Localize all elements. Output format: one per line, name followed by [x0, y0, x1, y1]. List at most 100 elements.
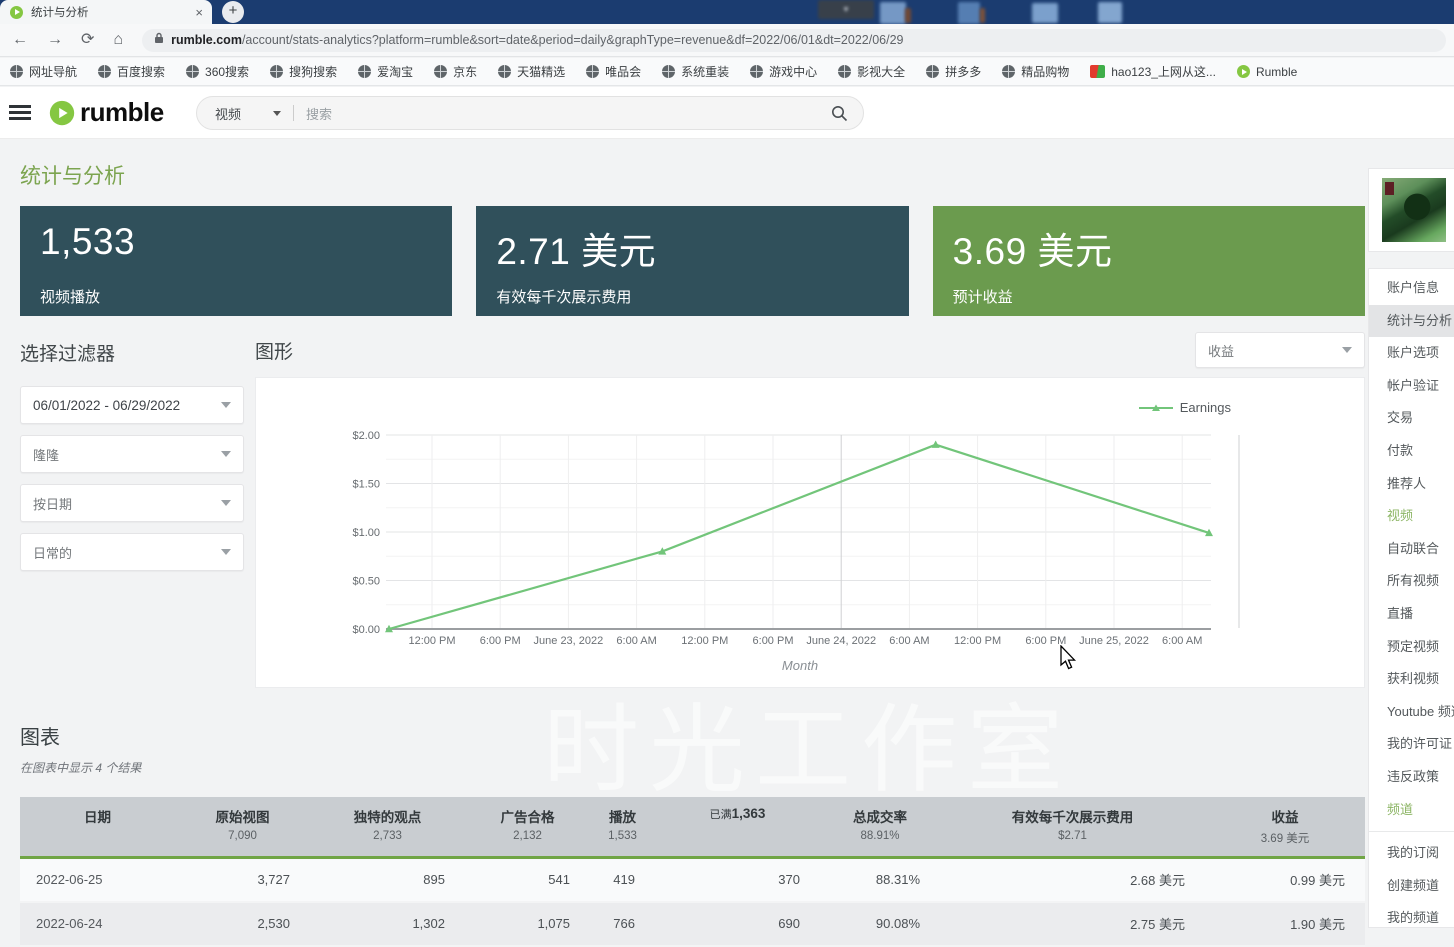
svg-text:12:00 PM: 12:00 PM	[408, 635, 455, 647]
table-cell: 1.90 美元	[1205, 902, 1365, 946]
svg-text:6:00 AM: 6:00 AM	[1162, 635, 1202, 647]
table-column-header[interactable]: 原始视图7,090	[175, 797, 310, 858]
metric-dropdown[interactable]: 收益	[1195, 332, 1365, 368]
sidebar-item[interactable]: Youtube 频道	[1369, 696, 1454, 729]
globe-icon	[662, 65, 675, 78]
bookmark-item[interactable]: 游戏中心	[750, 63, 817, 80]
rumble-logo[interactable]: rumble	[47, 97, 164, 128]
sidebar-item[interactable]: 我的频道	[1369, 902, 1454, 935]
table-column-header[interactable]: 广告合格2,132	[465, 797, 590, 858]
sidebar-item: 频道	[1369, 794, 1454, 827]
table-column-header[interactable]: 有效每千次展示费用$2.71	[940, 797, 1205, 858]
filter-dropdown-value: 隆隆	[33, 445, 59, 464]
browser-tab[interactable]: 统计与分析 ×	[0, 0, 212, 24]
search-bar[interactable]: 视频 搜索	[196, 96, 864, 130]
sidebar-item[interactable]: 直播	[1369, 598, 1454, 631]
sidebar-item[interactable]: 账户选项	[1369, 337, 1454, 370]
bookmark-item[interactable]: Rumble	[1237, 65, 1297, 79]
bookmark-item[interactable]: 唯品会	[586, 63, 641, 80]
table-cell: 88.31%	[820, 858, 940, 902]
sidebar-item[interactable]: 获利视频	[1369, 663, 1454, 696]
filter-dropdown[interactable]: 按日期	[20, 484, 244, 522]
bookmark-item[interactable]: 搜狗搜索	[270, 63, 337, 80]
sidebar-item[interactable]: 账户信息	[1369, 272, 1454, 305]
stat-card: 1,533视频播放	[20, 206, 452, 316]
table-cell: 2022-06-24	[20, 902, 175, 946]
table-column-header[interactable]: 已满1,363	[655, 797, 820, 858]
table-column-header[interactable]: 总成交率88.91%	[820, 797, 940, 858]
table-column-header[interactable]: 独特的观点2,733	[310, 797, 465, 858]
desktop-window-deco	[880, 2, 906, 24]
bookmark-item[interactable]: 拼多多	[926, 63, 981, 80]
earnings-chart-card: Earnings 12:00 PM6:00 PMJune 23, 20226:0…	[255, 377, 1365, 688]
sidebar-item[interactable]: 预定视频	[1369, 631, 1454, 664]
tab-close-icon[interactable]: ×	[195, 5, 203, 20]
sidebar-item[interactable]: 统计与分析	[1369, 305, 1454, 338]
address-bar[interactable]: rumble.com/account/stats-analytics?platf…	[142, 29, 1446, 52]
graph-panel: 图形 收益 Earnings 12:00 PM6:00 PMJune 23, 2…	[255, 339, 1365, 688]
filter-dropdown[interactable]: 日常的	[20, 533, 244, 571]
filter-dropdown[interactable]: 隆隆	[20, 435, 244, 473]
sidebar-item[interactable]: 交易	[1369, 402, 1454, 435]
bookmark-item[interactable]: 爱淘宝	[358, 63, 413, 80]
bookmark-item[interactable]: 精品购物	[1002, 63, 1069, 80]
sidebar-item[interactable]: 帐户验证	[1369, 370, 1454, 403]
site-header: rumble 视频 搜索	[0, 87, 1454, 139]
column-subtotal: 1,533	[594, 830, 651, 842]
sidebar-item[interactable]: 所有视频	[1369, 565, 1454, 598]
hamburger-menu-icon[interactable]	[9, 105, 31, 123]
column-label: 总成交率	[824, 806, 936, 826]
bookmark-item[interactable]: 系统重装	[662, 63, 729, 80]
table-column-header[interactable]: 日期	[20, 797, 175, 858]
bookmark-item[interactable]: 京东	[434, 63, 477, 80]
bookmark-label: 游戏中心	[769, 63, 817, 80]
bookmark-item[interactable]: hao123_上网从这...	[1090, 63, 1216, 80]
table-cell: 1,302	[310, 902, 465, 946]
new-tab-button[interactable]: +	[222, 1, 244, 23]
bookmark-item[interactable]: 网址导航	[10, 63, 77, 80]
chevron-down-icon	[221, 451, 231, 457]
main-content: 统计与分析 1,533视频播放2.71 美元有效每千次展示费用3.69 美元预计…	[20, 160, 1365, 947]
forward-icon[interactable]: →	[47, 32, 63, 48]
search-category-select[interactable]: 视频	[215, 104, 241, 123]
table-cell: 370	[655, 858, 820, 902]
column-label: 日期	[24, 806, 171, 826]
sidebar-item[interactable]: 违反政策	[1369, 761, 1454, 794]
table-column-header[interactable]: 收益3.69 美元	[1205, 797, 1365, 858]
globe-icon	[926, 65, 939, 78]
bookmark-item[interactable]: 影视大全	[838, 63, 905, 80]
bookmark-item[interactable]: 360搜索	[186, 63, 249, 80]
sidebar-item[interactable]: 自动联合	[1369, 533, 1454, 566]
svg-text:6:00 AM: 6:00 AM	[889, 635, 929, 647]
bookmark-label: 拼多多	[945, 63, 981, 80]
metric-dropdown-value: 收益	[1208, 341, 1234, 360]
stat-card-label: 有效每千次展示费用	[496, 286, 631, 307]
globe-icon	[358, 65, 371, 78]
bookmark-item[interactable]: 百度搜索	[98, 63, 165, 80]
sidebar-item[interactable]: 创建频道	[1369, 870, 1454, 903]
bookmark-label: 京东	[453, 63, 477, 80]
reload-icon[interactable]: ⟳	[81, 32, 94, 48]
filter-dropdown[interactable]: 06/01/2022 - 06/29/2022	[20, 386, 244, 424]
chevron-down-icon	[221, 402, 231, 408]
column-label: 广告合格	[469, 806, 586, 826]
back-icon[interactable]: ←	[12, 32, 28, 48]
sidebar-item[interactable]: 推荐人	[1369, 468, 1454, 501]
svg-text:6:00 PM: 6:00 PM	[480, 635, 521, 647]
sidebar-item[interactable]: 付款	[1369, 435, 1454, 468]
search-icon[interactable]	[831, 105, 848, 122]
bookmark-item[interactable]: 天猫精选	[498, 63, 565, 80]
desktop-window-deco	[958, 2, 980, 24]
sidebar-divider	[1369, 831, 1454, 832]
bookmark-label: 系统重装	[681, 63, 729, 80]
home-icon[interactable]: ⌂	[113, 32, 123, 48]
avatar[interactable]	[1382, 178, 1446, 242]
chevron-down-icon	[221, 549, 231, 555]
table-column-header[interactable]: 播放1,533	[590, 797, 655, 858]
stat-card: 3.69 美元预计收益	[933, 206, 1365, 316]
search-input[interactable]: 搜索	[306, 104, 332, 123]
table-header-row: 日期原始视图7,090独特的观点2,733广告合格2,132播放1,533已满1…	[20, 797, 1365, 858]
sidebar-item[interactable]: 我的许可证	[1369, 728, 1454, 761]
graph-heading: 图形	[255, 337, 293, 364]
sidebar-item[interactable]: 我的订阅	[1369, 837, 1454, 870]
